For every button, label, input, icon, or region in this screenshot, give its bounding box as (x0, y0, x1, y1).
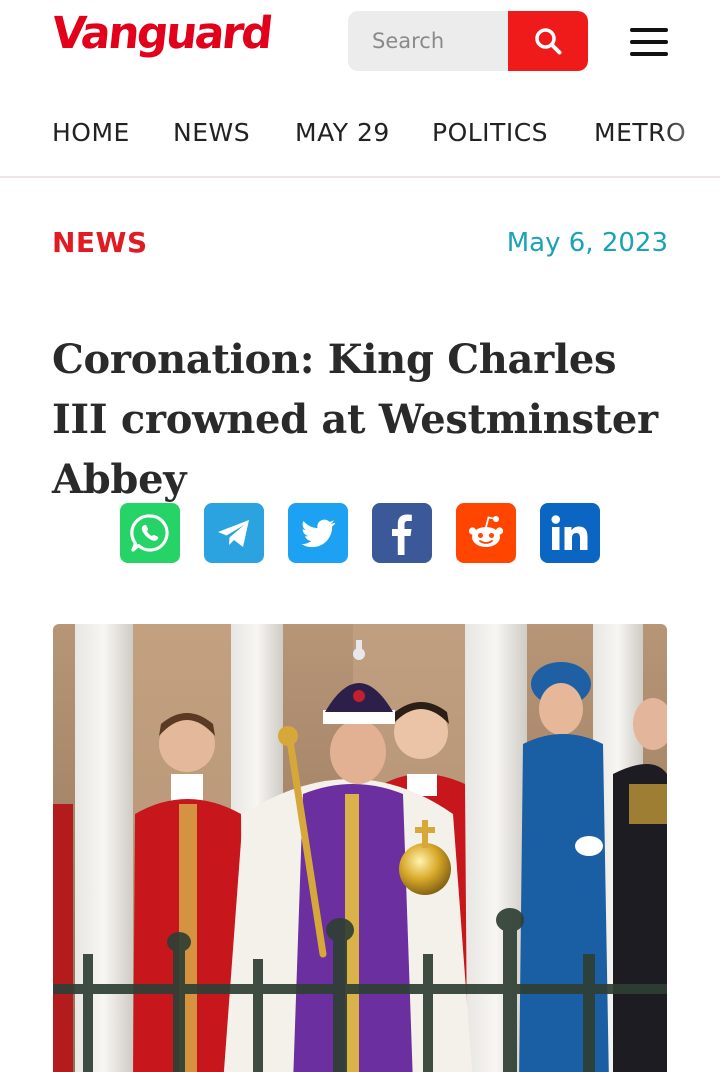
whatsapp-icon (130, 514, 169, 552)
share-bar (120, 503, 600, 563)
search-icon (535, 28, 562, 55)
nav-item-home[interactable]: HOME (52, 118, 130, 147)
search-bar (348, 11, 588, 71)
search-button[interactable] (508, 11, 588, 71)
nav-item-may-29[interactable]: MAY 29 (295, 118, 390, 147)
menu-line (630, 40, 668, 44)
nav-scroll-fade (660, 100, 720, 176)
facebook-icon (392, 514, 412, 555)
search-input[interactable] (348, 11, 508, 71)
article-date: May 6, 2023 (506, 228, 668, 258)
menu-line (630, 28, 668, 32)
coronation-photo (53, 624, 667, 1072)
linkedin-share-button[interactable] (540, 503, 600, 563)
site-header: Vanguard (0, 0, 720, 90)
facebook-share-button[interactable] (372, 503, 432, 563)
main-nav: HOME NEWS MAY 29 POLITICS METRO (0, 100, 720, 178)
nav-item-politics[interactable]: POLITICS (432, 118, 548, 147)
hamburger-menu-icon[interactable] (630, 28, 668, 56)
article-title: Coronation: King Charles III crowned at … (52, 336, 658, 503)
telegram-icon (218, 520, 249, 547)
whatsapp-share-button[interactable] (120, 503, 180, 563)
vanguard-logo[interactable]: Vanguard (49, 8, 273, 59)
telegram-share-button[interactable] (204, 503, 264, 563)
twitter-icon (301, 519, 336, 548)
twitter-share-button[interactable] (288, 503, 348, 563)
article-category[interactable]: NEWS (52, 226, 148, 259)
reddit-icon (468, 516, 504, 547)
reddit-share-button[interactable] (456, 503, 516, 563)
article-photo (53, 624, 667, 1072)
nav-item-news[interactable]: NEWS (173, 118, 250, 147)
linkedin-icon (551, 515, 588, 550)
menu-line (630, 52, 668, 56)
